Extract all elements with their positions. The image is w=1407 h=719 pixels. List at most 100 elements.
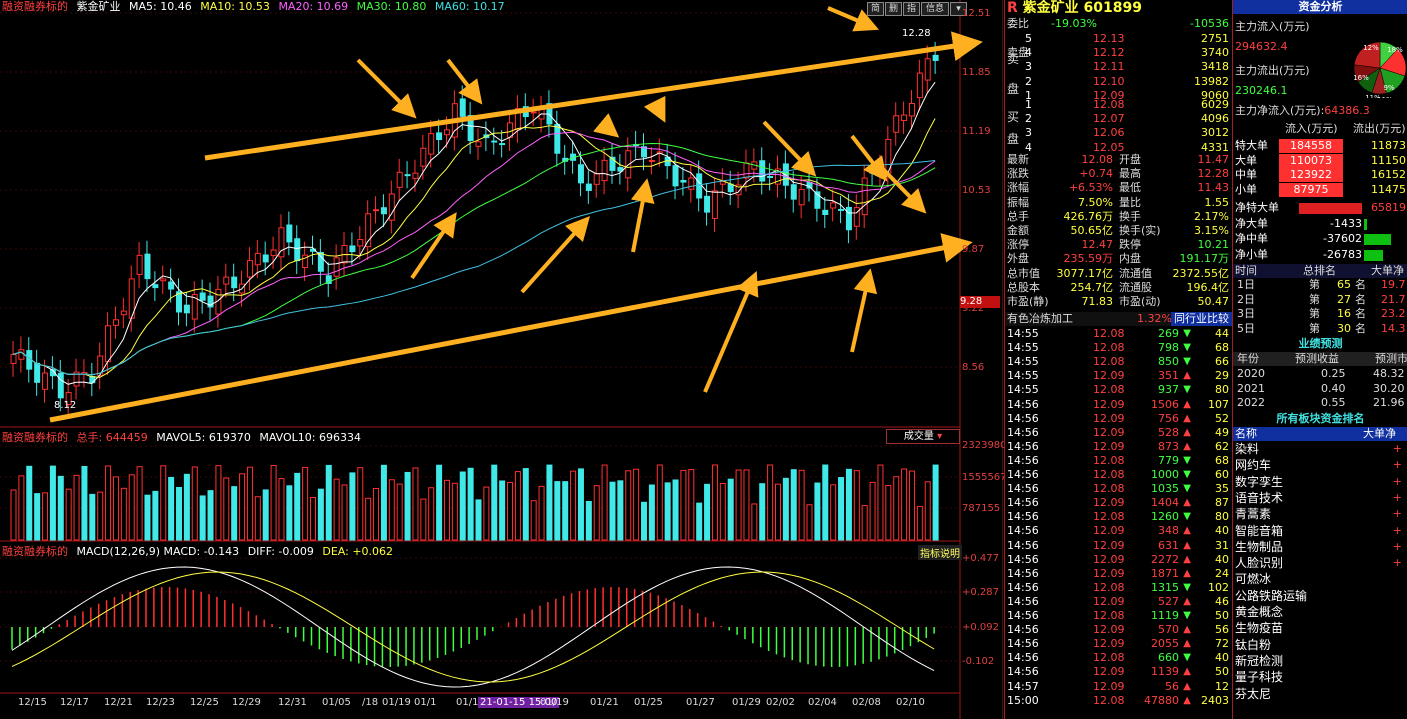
arrow-down-icon: ▼ bbox=[1183, 610, 1191, 621]
high-mark: 12.28 bbox=[902, 28, 931, 39]
chart-pane[interactable]: 融资融券标的 紫金矿业 MA5: 10.46 MA10: 10.53 MA20:… bbox=[0, 0, 1007, 719]
flow-kind: 中单 bbox=[1235, 168, 1257, 181]
low-mark: 8.12 bbox=[54, 400, 77, 411]
rank-value: 19.7 bbox=[1381, 278, 1406, 291]
net-label: 主力净流入(万元): bbox=[1235, 104, 1325, 117]
simple-button[interactable]: 简 bbox=[867, 2, 884, 16]
sector-row[interactable]: 芬太尼 bbox=[1233, 687, 1407, 701]
tick-row: 14:56 12.08 779 ▼ 68 bbox=[1007, 454, 1231, 468]
macd-dea: DEA: +0.062 bbox=[322, 545, 394, 558]
tick-price: 12.09 bbox=[1093, 637, 1125, 651]
sell-level-row[interactable]: 卖盘 4 12.12 3740 bbox=[1007, 46, 1231, 60]
stat-value: 254.7亿 bbox=[1070, 280, 1114, 294]
chevron-down-icon: ▾ bbox=[937, 431, 943, 442]
tick-time: 14:56 bbox=[1007, 623, 1039, 637]
macd-header: 融资融券标的 MACD(12,26,9) MACD: -0.143 DIFF: … bbox=[2, 545, 398, 558]
sector-name: 黄金概念 bbox=[1235, 605, 1284, 619]
buy-level: 3 bbox=[1025, 126, 1032, 140]
sector-row[interactable]: 语音技术 + bbox=[1233, 491, 1407, 505]
volume-bar bbox=[617, 480, 624, 541]
indicator-select[interactable]: 成交量 ▾ bbox=[886, 429, 960, 444]
tick-count: 24 bbox=[1215, 566, 1229, 580]
candle bbox=[861, 177, 868, 216]
candle bbox=[924, 58, 931, 81]
sell-level-row[interactable]: 5 12.13 2751 bbox=[1007, 32, 1231, 46]
kline-chart[interactable] bbox=[0, 0, 1003, 719]
sector-row[interactable]: 钛白粉 bbox=[1233, 638, 1407, 652]
candle bbox=[380, 207, 387, 215]
forecast-pe: 48.32 bbox=[1373, 367, 1405, 380]
rank-head-time: 时间 bbox=[1235, 264, 1257, 277]
volume-bar bbox=[467, 467, 474, 541]
tick-price: 12.08 bbox=[1093, 383, 1125, 397]
arrow-up-icon: ▲ bbox=[1183, 567, 1191, 579]
tick-count: 49 bbox=[1215, 425, 1229, 439]
tick-count: 80 bbox=[1215, 510, 1229, 524]
stat-key: 量比 bbox=[1119, 195, 1141, 209]
sector-row[interactable]: 染料 + bbox=[1233, 442, 1407, 456]
stat-row: 振幅 7.50% 量比 1.55 bbox=[1007, 196, 1231, 210]
volume-bar bbox=[10, 489, 17, 541]
sector-row[interactable]: 青蒿素 + bbox=[1233, 507, 1407, 521]
buy-price: 12.08 bbox=[1093, 98, 1125, 111]
tick-volume: 798 bbox=[1158, 341, 1179, 355]
quote-panel: R 紫金矿业 601899 委比 -19.03% -10536 有色冶炼加工 1… bbox=[1004, 0, 1233, 719]
delete-button[interactable]: 删 bbox=[885, 2, 902, 16]
net-flow-row: 净小单 -26783 bbox=[1233, 248, 1407, 262]
sector-name: 量子科技 bbox=[1235, 670, 1284, 685]
volume-bar bbox=[451, 482, 458, 541]
sector-row[interactable]: 新冠检测 bbox=[1233, 654, 1407, 668]
volume-bar bbox=[152, 490, 159, 541]
candle bbox=[246, 260, 253, 278]
volume-bar bbox=[696, 502, 703, 541]
sector-row[interactable]: 智能音箱 + bbox=[1233, 524, 1407, 538]
net-flow-value: 65819 bbox=[1371, 201, 1406, 214]
sector-title: 所有板块资金排名 bbox=[1233, 412, 1407, 426]
rank-number: 16 bbox=[1337, 307, 1351, 320]
sector-row[interactable]: 生物疫苗 bbox=[1233, 621, 1407, 635]
net-kind: 净大单 bbox=[1235, 216, 1268, 230]
sell-level-row[interactable]: 2 12.10 13982 bbox=[1007, 75, 1231, 89]
rank-number: 27 bbox=[1337, 292, 1351, 306]
stat-value: 426.76万 bbox=[1063, 209, 1114, 223]
net-flow-value: -37602 bbox=[1323, 232, 1362, 245]
volume-tag: 融资融券标的 bbox=[2, 431, 68, 444]
indicator-help-button[interactable]: 指标说明 bbox=[918, 545, 962, 560]
volume-bar bbox=[853, 470, 860, 541]
volume-bar bbox=[916, 505, 923, 541]
sector-row[interactable]: 数字孪生 + bbox=[1233, 475, 1407, 489]
buy-level-row[interactable]: 1 12.08 6029 bbox=[1007, 98, 1231, 112]
info-button[interactable]: 信息 bbox=[921, 2, 949, 16]
indicator-button[interactable]: 指 bbox=[903, 2, 920, 16]
sector-row[interactable]: 可燃冰 bbox=[1233, 572, 1407, 586]
tick-time: 14:55 bbox=[1007, 369, 1039, 383]
sector-row[interactable]: 网约车 + bbox=[1233, 458, 1407, 472]
volume-bar bbox=[845, 468, 852, 541]
volume-bar bbox=[294, 472, 301, 541]
tick-volume: 1260 bbox=[1151, 510, 1179, 524]
arrow-down-icon: ▼ bbox=[1183, 342, 1191, 354]
sector-row[interactable]: 人脸识别 + bbox=[1233, 556, 1407, 570]
quote-title: R 紫金矿业 601899 bbox=[1007, 0, 1142, 16]
sector-row[interactable]: 生物制品 + bbox=[1233, 540, 1407, 554]
candle bbox=[428, 133, 435, 155]
candle bbox=[199, 292, 206, 301]
tick-time: 14:56 bbox=[1007, 482, 1039, 496]
sector-row[interactable]: 黄金概念 bbox=[1233, 605, 1407, 619]
buy-level-row[interactable]: 2 12.07 4096 bbox=[1007, 112, 1231, 126]
volume-axis-label: 2323980 bbox=[962, 440, 1007, 451]
buy-level-row[interactable]: 3 12.06 3012 bbox=[1007, 126, 1231, 140]
tick-volume: 528 bbox=[1158, 425, 1179, 439]
tick-price: 12.08 bbox=[1093, 453, 1125, 467]
tick-volume: 1119 bbox=[1151, 609, 1179, 622]
sector-name: 语音技术 bbox=[1235, 490, 1284, 505]
sell-level-row[interactable]: 3 12.11 3418 bbox=[1007, 60, 1231, 74]
sector-row[interactable]: 公路铁路运输 bbox=[1233, 589, 1407, 603]
tick-time: 14:55 bbox=[1007, 341, 1039, 355]
sector-row[interactable]: 量子科技 bbox=[1233, 670, 1407, 684]
sector-name: 智能音箱 bbox=[1235, 523, 1284, 538]
volume-bar bbox=[727, 478, 734, 541]
tick-time: 14:56 bbox=[1007, 510, 1039, 524]
compare-button[interactable]: 同行业比较 bbox=[1171, 312, 1232, 326]
tick-price: 12.08 bbox=[1093, 580, 1125, 594]
